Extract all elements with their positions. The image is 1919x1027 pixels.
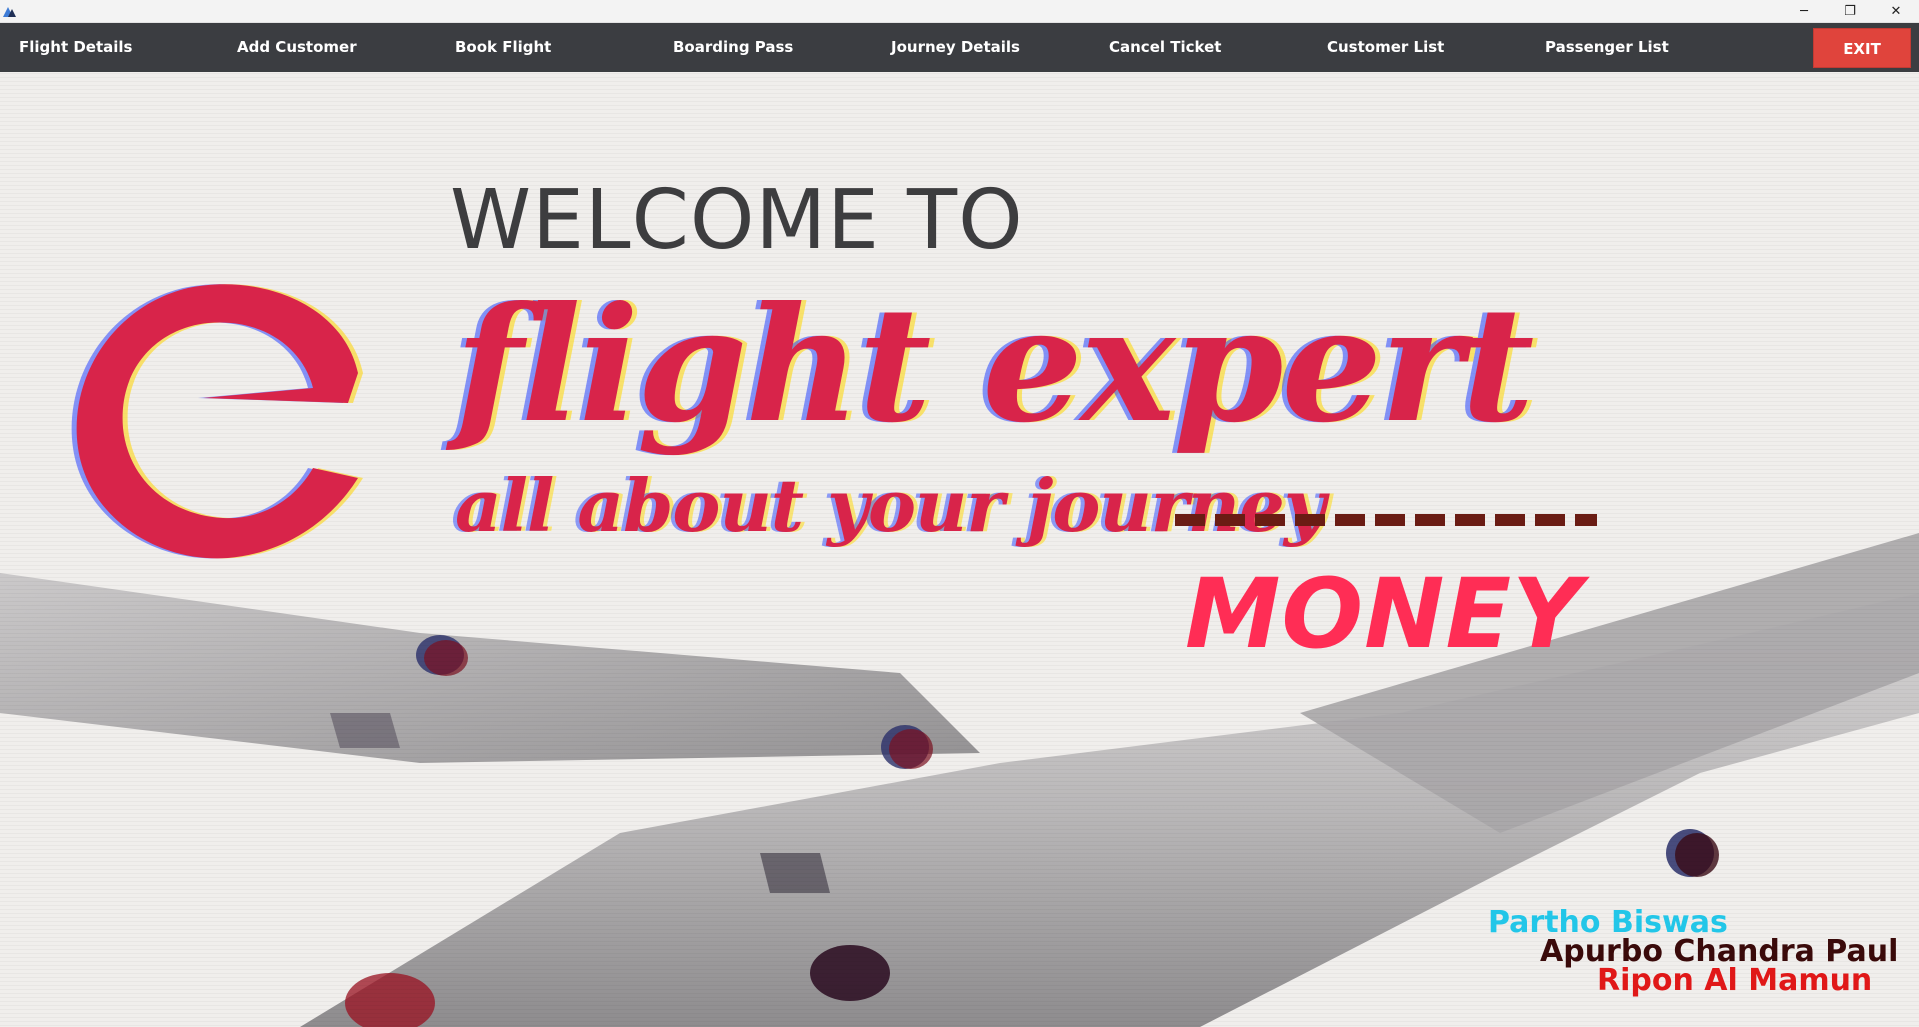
- close-button[interactable]: ✕: [1873, 0, 1919, 22]
- brand-name: flight expert: [455, 273, 1534, 458]
- menu-item-boarding-pass[interactable]: Boarding Pass: [673, 23, 793, 72]
- credit-name-3: Ripon Al Mamun: [1597, 963, 1873, 998]
- menu-item-flight-details[interactable]: Flight Details: [19, 23, 132, 72]
- brand-tagline: all about your journey: [455, 463, 1326, 548]
- triangle-logo-icon: [3, 7, 16, 17]
- maximize-button[interactable]: ❐: [1827, 0, 1873, 22]
- menu-item-book-flight[interactable]: Book Flight: [455, 23, 551, 72]
- money-replacement-word: MONEY: [1185, 558, 1583, 670]
- menu-item-customer-list[interactable]: Customer List: [1327, 23, 1444, 72]
- menu-item-journey-details[interactable]: Journey Details: [891, 23, 1020, 72]
- tagline-strikethrough: [1175, 514, 1597, 526]
- menu-item-cancel-ticket[interactable]: Cancel Ticket: [1109, 23, 1221, 72]
- welcome-heading: WELCOME TO: [450, 173, 1024, 268]
- menu-item-add-customer[interactable]: Add Customer: [237, 23, 357, 72]
- minimize-button[interactable]: ─: [1781, 0, 1827, 22]
- welcome-hero: WELCOME TO flight expert all about your …: [0, 73, 1919, 1027]
- exit-button[interactable]: EXIT: [1813, 28, 1911, 68]
- window-titlebar: ─ ❐ ✕: [0, 0, 1919, 23]
- top-menu-bar: Flight Details Add Customer Book Flight …: [0, 23, 1919, 72]
- menu-item-passenger-list[interactable]: Passenger List: [1545, 23, 1669, 72]
- flight-expert-logo-icon: [71, 284, 363, 559]
